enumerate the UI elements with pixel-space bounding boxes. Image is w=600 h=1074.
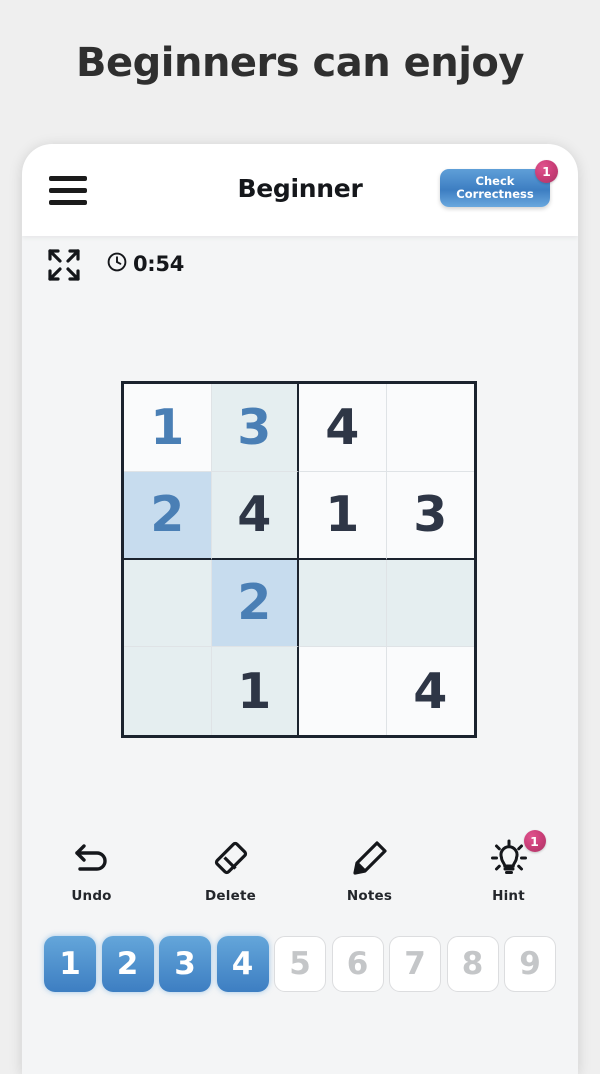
status-row: 0:54	[22, 236, 578, 296]
phone-mockup: Beginner Check Correctness 1 0:54 1 3 4 …	[22, 144, 578, 1074]
tool-button-hint[interactable]: 1 Hint	[439, 830, 578, 924]
sudoku-board[interactable]: 1342413214	[121, 381, 477, 738]
sudoku-cell-r4c4[interactable]: 4	[386, 647, 474, 735]
sudoku-cell-r3c4[interactable]	[386, 559, 474, 648]
cell-value: 2	[237, 574, 272, 632]
sudoku-cell-r3c3[interactable]	[299, 559, 387, 648]
check-correctness-button[interactable]: Check Correctness 1	[440, 160, 558, 207]
sudoku-cell-r1c3[interactable]: 4	[299, 384, 387, 472]
number-key-3[interactable]: 3	[159, 936, 211, 992]
sudoku-cell-r2c1[interactable]: 2	[124, 471, 212, 560]
cell-value: 1	[237, 662, 272, 720]
sudoku-cell-r1c4[interactable]	[386, 384, 474, 472]
sudoku-cell-r4c2[interactable]: 1	[211, 647, 299, 735]
timer: 0:54	[106, 251, 184, 277]
sudoku-cell-r4c1[interactable]	[124, 647, 212, 735]
cell-value: 1	[325, 486, 360, 544]
lightbulb-icon: 1	[488, 830, 546, 882]
sudoku-cell-r1c1[interactable]: 1	[124, 384, 212, 472]
cell-value: 3	[413, 486, 448, 544]
tool-label: Hint	[492, 888, 525, 904]
tool-label: Notes	[346, 888, 393, 904]
page-title: Beginners can enjoy	[76, 40, 524, 86]
check-button-line2: Correctness	[456, 187, 534, 201]
check-correctness-badge: 1	[535, 160, 558, 183]
number-key-2[interactable]: 2	[101, 936, 154, 992]
number-key-9: 9	[504, 936, 556, 992]
tool-label: Undo	[71, 888, 112, 904]
tool-bar: Undo Delete Notes 1 Hint	[22, 830, 578, 924]
number-key-8: 8	[446, 936, 499, 992]
fullscreen-expand-icon[interactable]	[47, 248, 81, 282]
tool-button-notes[interactable]: Notes	[300, 834, 439, 924]
number-key-5: 5	[274, 936, 326, 992]
timer-value: 0:54	[133, 252, 185, 276]
clock-icon	[106, 251, 128, 277]
tool-button-undo[interactable]: Undo	[22, 834, 161, 924]
hint-badge: 1	[523, 830, 546, 852]
cell-value: 1	[150, 398, 185, 456]
number-key-1[interactable]: 1	[44, 936, 96, 992]
eraser-icon	[210, 834, 252, 882]
cell-value: 2	[150, 486, 185, 544]
tool-button-delete[interactable]: Delete	[161, 834, 300, 924]
number-key-6: 6	[331, 936, 384, 992]
sudoku-cell-r4c3[interactable]	[299, 647, 387, 735]
sudoku-cell-r3c1[interactable]	[124, 559, 212, 648]
sudoku-cell-r2c4[interactable]: 3	[386, 471, 474, 560]
number-key-7: 7	[389, 936, 441, 992]
number-key-4[interactable]: 4	[216, 936, 269, 992]
number-pad: 123456789	[44, 936, 556, 994]
cell-value: 3	[237, 398, 272, 456]
tool-label: Delete	[205, 888, 256, 904]
cell-value: 4	[413, 662, 448, 720]
sudoku-cell-r1c2[interactable]: 3	[211, 384, 299, 472]
sudoku-cell-r3c2[interactable]: 2	[211, 559, 299, 648]
sudoku-cell-r2c2[interactable]: 4	[211, 471, 299, 560]
app-header-bar: Beginner Check Correctness 1	[22, 144, 578, 236]
undo-arrow-icon	[71, 834, 113, 882]
sudoku-cell-r2c3[interactable]: 1	[299, 471, 387, 560]
cell-value: 4	[325, 398, 360, 456]
cell-value: 4	[237, 486, 272, 544]
pencil-icon	[349, 834, 391, 882]
